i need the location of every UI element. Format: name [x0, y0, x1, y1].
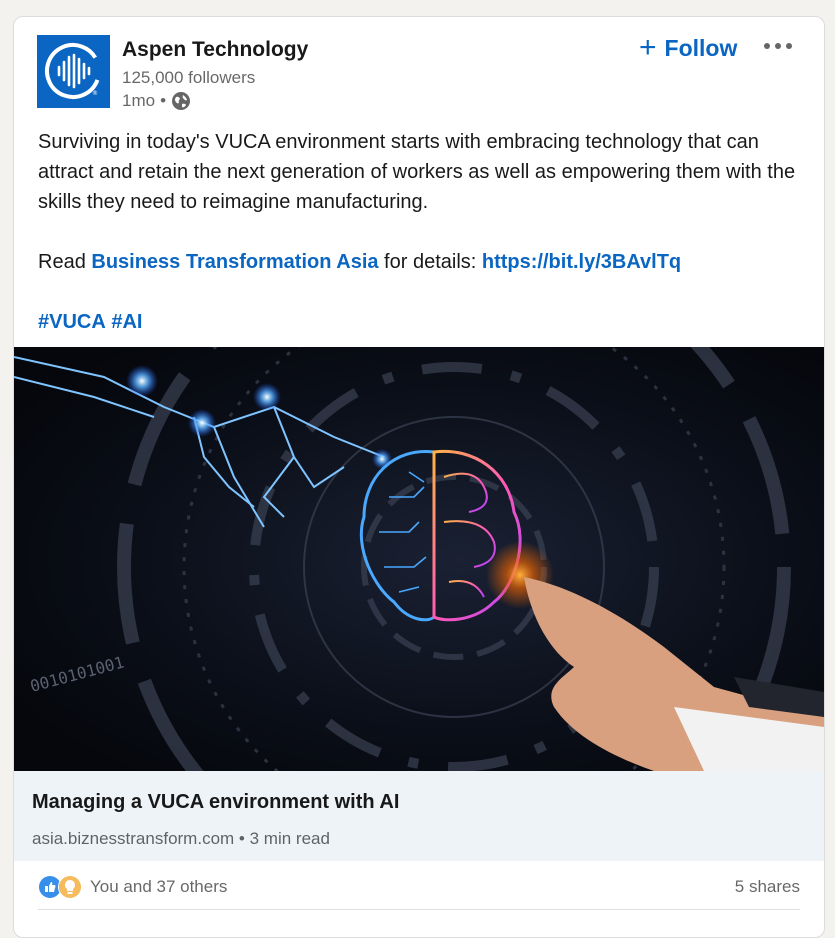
reactions-text: You and 37 others — [90, 877, 228, 896]
insightful-icon — [58, 875, 82, 899]
dot — [775, 43, 781, 49]
article-meta-separator: • — [238, 829, 245, 848]
reactions-summary[interactable]: You and 37 others — [38, 875, 227, 899]
business-transformation-asia-link[interactable]: Business Transformation Asia — [91, 251, 378, 273]
dot — [764, 43, 770, 49]
aspentech-logo-icon: ® — [37, 35, 110, 108]
short-url-link[interactable]: https://bit.ly/3BAvlTq — [482, 251, 681, 273]
hashtag-ai[interactable]: #AI — [111, 311, 142, 333]
divider — [38, 909, 800, 910]
hashtag-vuca[interactable]: #VUCA — [38, 311, 106, 333]
article-read-time: 3 min read — [249, 829, 330, 848]
article-link-preview[interactable]: Managing a VUCA environment with AI asia… — [14, 771, 824, 861]
read-middle: for details: — [378, 251, 482, 273]
post-time: 1mo — [122, 91, 156, 110]
company-logo[interactable]: ® — [37, 35, 110, 108]
social-counts: You and 37 others 5 shares — [14, 861, 824, 911]
svg-text:®: ® — [92, 90, 98, 97]
post-card: ® Aspen Technology 125,000 followers 1mo… — [13, 16, 825, 938]
article-title[interactable]: Managing a VUCA environment with AI — [32, 791, 399, 814]
article-image[interactable]: 0010101001 — [14, 347, 824, 771]
read-prefix: Read — [38, 251, 92, 273]
globe-icon — [171, 91, 191, 111]
post-body-paragraph: Surviving in today's VUCA environment st… — [38, 131, 796, 213]
follow-label: Follow — [664, 34, 738, 61]
post-body: Surviving in today's VUCA environment st… — [38, 127, 808, 337]
article-domain: asia.biznesstransform.com — [32, 829, 235, 848]
hashtags: #VUCA #AI — [38, 307, 808, 337]
follow-button[interactable]: + Follow — [639, 33, 737, 63]
post-read-line: Read Business Transformation Asia for de… — [38, 247, 808, 277]
meta-separator: • — [160, 91, 167, 110]
company-name[interactable]: Aspen Technology — [122, 38, 308, 62]
article-meta: asia.biznesstransform.com • 3 min read — [32, 829, 330, 849]
post-header: ® Aspen Technology 125,000 followers 1mo… — [14, 17, 824, 129]
post-meta: 1mo • — [122, 91, 191, 111]
shares-count[interactable]: 5 shares — [735, 877, 800, 897]
more-options-icon[interactable] — [764, 43, 798, 53]
dot — [786, 43, 792, 49]
ai-brain-hand-image: 0010101001 — [14, 347, 824, 771]
follower-count: 125,000 followers — [122, 68, 256, 87]
plus-icon: + — [639, 31, 657, 64]
